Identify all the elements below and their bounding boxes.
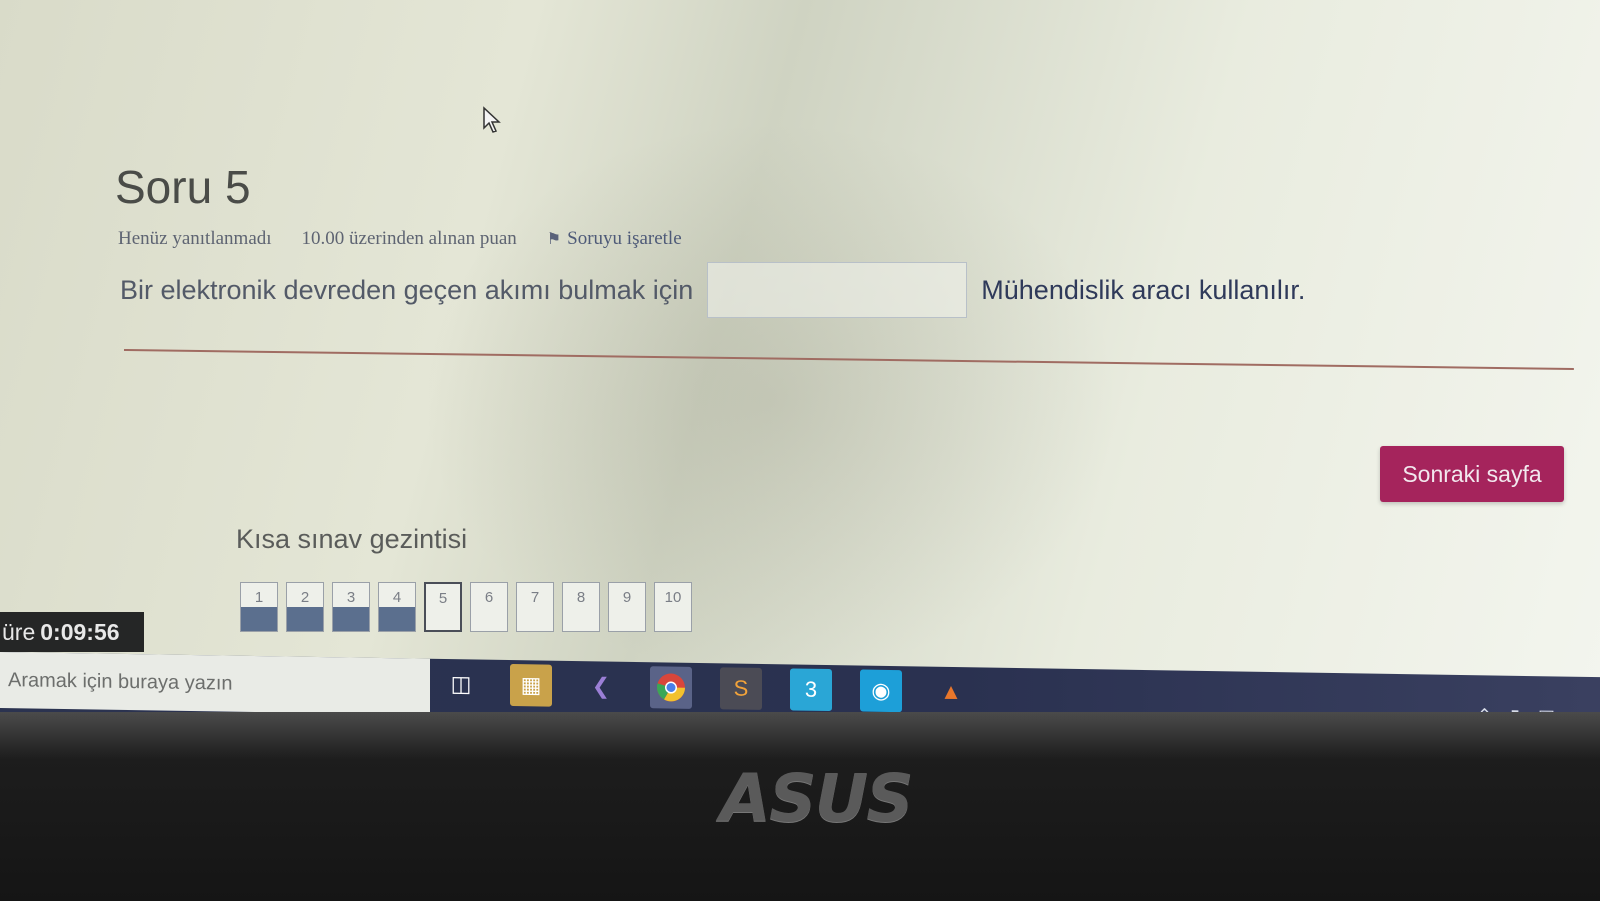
visual-studio-icon[interactable]: ❮	[580, 665, 622, 708]
question-status: Henüz yanıtlanmadı	[118, 228, 272, 249]
quiz-nav-item[interactable]: 9	[608, 582, 646, 632]
chevron-up-icon[interactable]: ⌃	[1477, 705, 1492, 712]
question-info: Henüz yanıtlanmadı 10.00 üzerinden alına…	[118, 228, 682, 250]
database-tool-icon[interactable]: ▦	[510, 664, 552, 707]
next-page-button[interactable]: Sonraki sayfa	[1380, 446, 1564, 502]
chrome-icon[interactable]	[650, 666, 692, 709]
question-text-before: Bir elektronik devreden geçen akımı bulm…	[120, 274, 694, 305]
quiz-navigation: 1 2 3 4 5 6 7 8 9 10	[240, 582, 692, 632]
laptop-brand-logo: ASUS	[720, 760, 914, 837]
quiz-nav-item[interactable]: 1	[240, 582, 278, 632]
system-tray: ⌃ ▮ ▣ ▭	[1477, 705, 1590, 712]
flag-question-link[interactable]: ⚑ Soruyu işaretle	[547, 228, 682, 250]
quiz-nav-item[interactable]: 10	[654, 582, 692, 632]
quiz-nav-item[interactable]: 5	[424, 582, 462, 632]
taskbar-search-input[interactable]: Aramak için buraya yazın	[0, 652, 430, 712]
question-text-after: Mühendislik aracı kullanılır.	[981, 274, 1306, 305]
quiz-nav-item[interactable]: 2	[286, 582, 324, 632]
quiz-navigation-title: Kısa sınav gezintisi	[236, 524, 468, 554]
app-3-icon[interactable]: 3	[790, 668, 832, 712]
quiz-timer: üre 0:09:56	[0, 612, 144, 652]
sublime-text-icon[interactable]: S	[720, 667, 762, 710]
taskbar-search-placeholder: Aramak için buraya yazın	[8, 668, 233, 695]
question-text: Bir elektronik devreden geçen akımı bulm…	[120, 262, 1305, 318]
quiz-nav-item[interactable]: 7	[516, 582, 554, 632]
flag-icon: ⚑	[546, 231, 562, 248]
task-view-icon[interactable]: ◫	[440, 663, 482, 706]
question-title: Soru 5	[115, 161, 251, 213]
camera-app-icon[interactable]: ◉	[860, 669, 902, 712]
answer-input[interactable]	[707, 262, 968, 318]
quiz-nav-item[interactable]: 4	[378, 582, 416, 632]
laptop-screen: Soru 5 Henüz yanıtlanmadı 10.00 üzerinde…	[0, 0, 1600, 712]
timer-prefix: üre	[2, 618, 36, 645]
quiz-nav-item[interactable]: 3	[332, 582, 370, 632]
quiz-nav-item[interactable]: 8	[562, 582, 600, 632]
quiz-nav-item[interactable]: 6	[470, 582, 508, 632]
mouse-cursor-icon	[483, 106, 501, 133]
matlab-icon[interactable]: ▲	[930, 671, 972, 712]
question-score: 10.00 üzerinden alınan puan	[301, 228, 517, 249]
taskbar-apps: ◫ ▦ ❮ S 3 ◉ ▲	[440, 663, 972, 712]
flag-question-label: Soruyu işaretle	[567, 228, 682, 249]
timer-value: 0:09:56	[40, 618, 120, 645]
